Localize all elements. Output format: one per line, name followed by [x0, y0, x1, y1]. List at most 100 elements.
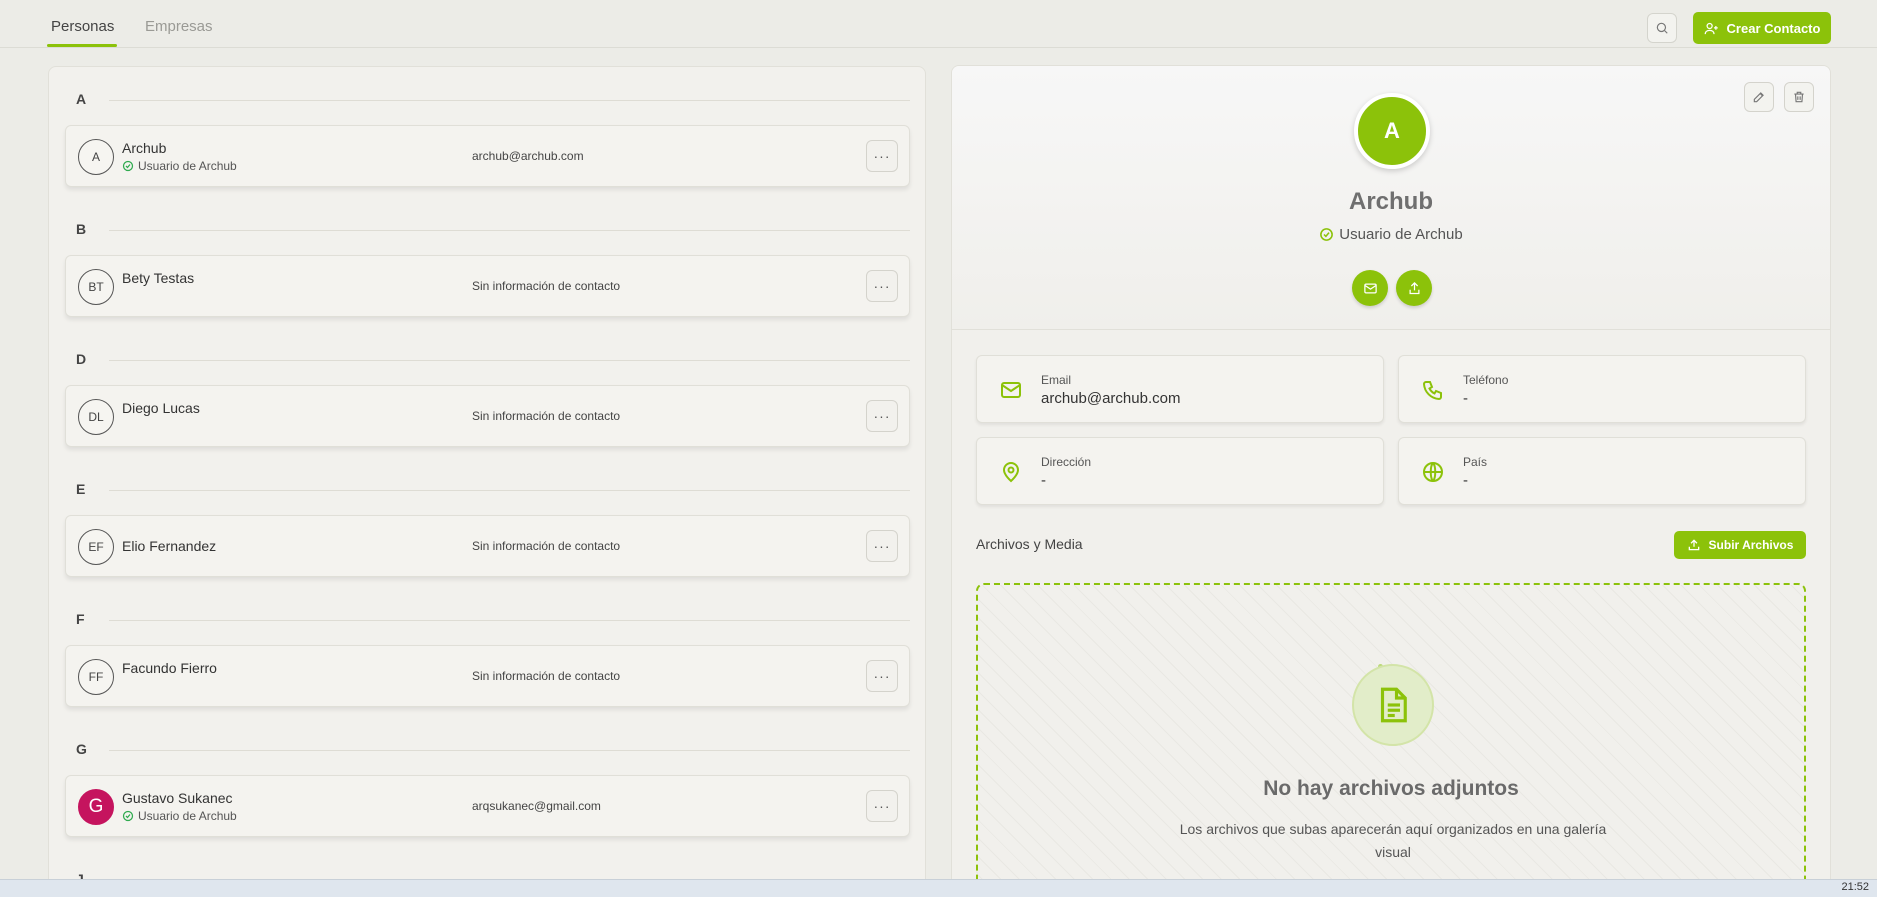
letter-divider-d: D	[76, 351, 910, 369]
contact-info: Sin información de contacto	[472, 539, 621, 553]
address-label: Dirección	[1041, 455, 1092, 469]
user-badge-label: Usuario de Archub	[138, 809, 237, 823]
check-circle-icon	[122, 160, 134, 172]
email-card: Email archub@archub.com	[976, 355, 1384, 423]
letter-heading: E	[76, 481, 86, 497]
trash-icon	[1794, 91, 1804, 103]
divider-line	[109, 100, 910, 101]
files-section-title: Archivos y Media	[976, 536, 1083, 552]
search-icon	[1656, 22, 1668, 34]
letter-divider-e: E	[76, 481, 910, 499]
mail-icon	[1001, 382, 1021, 398]
delete-button[interactable]	[1784, 82, 1814, 112]
upload-icon	[1688, 539, 1699, 551]
contact-detail-panel: A Archub Usuario de Archub Email archub@…	[951, 65, 1831, 897]
more-options-button[interactable]: ···	[866, 660, 898, 692]
ellipsis-icon: ···	[873, 408, 891, 424]
letter-divider-f: F	[76, 611, 910, 629]
more-options-button[interactable]: ···	[866, 270, 898, 302]
contact-row-gustavo-sukanec[interactable]: G Gustavo Sukanec Usuario de Archub arqs…	[65, 775, 910, 837]
country-card: País -	[1398, 437, 1806, 505]
files-dropzone[interactable]: No hay archivos adjuntos Los archivos qu…	[976, 583, 1806, 896]
user-badge: Usuario de Archub	[122, 809, 237, 823]
country-label: País	[1463, 455, 1488, 469]
taskbar-clock: 21:52	[1841, 881, 1869, 893]
address-value: -	[1041, 472, 1046, 489]
letter-heading: F	[76, 611, 85, 627]
user-badge: Usuario de Archub	[122, 159, 237, 173]
avatar: FF	[78, 659, 114, 695]
more-options-button[interactable]: ···	[866, 140, 898, 172]
email-value: archub@archub.com	[1041, 390, 1181, 407]
more-options-button[interactable]: ···	[866, 400, 898, 432]
contact-name: Bety Testas	[122, 270, 195, 286]
search-button[interactable]	[1647, 13, 1677, 43]
divider-line	[109, 750, 910, 751]
share-button[interactable]	[1396, 270, 1432, 306]
mail-icon	[1363, 283, 1377, 293]
letter-heading: G	[76, 741, 87, 757]
contact-info: Sin información de contacto	[472, 409, 621, 423]
ellipsis-icon: ···	[873, 148, 891, 164]
more-options-button[interactable]: ···	[866, 790, 898, 822]
avatar: A	[1354, 93, 1430, 169]
os-taskbar: 21:52	[0, 879, 1877, 897]
empty-state-title: No hay archivos adjuntos	[1263, 777, 1519, 800]
letter-divider-b: B	[76, 221, 910, 239]
tab-empresas[interactable]: Empresas	[145, 18, 213, 35]
phone-card: Teléfono -	[1398, 355, 1806, 423]
globe-icon	[1423, 462, 1443, 482]
contact-name: Elio Fernandez	[122, 538, 217, 554]
ellipsis-icon: ···	[873, 668, 891, 684]
avatar: G	[78, 789, 114, 825]
contact-row-bety-testas[interactable]: BT Bety Testas Sin información de contac…	[65, 255, 910, 317]
share-icon	[1409, 281, 1419, 294]
avatar: EF	[78, 529, 114, 565]
edit-button[interactable]	[1744, 82, 1774, 112]
upload-files-label: Subir Archivos	[1708, 538, 1794, 552]
user-badge-label: Usuario de Archub	[1339, 226, 1463, 243]
contact-row-elio-fernandez[interactable]: EF Elio Fernandez Sin información de con…	[65, 515, 910, 577]
check-circle-icon	[1320, 228, 1334, 241]
active-tab-indicator	[47, 44, 117, 47]
create-contact-label: Crear Contacto	[1726, 20, 1821, 36]
phone-icon	[1422, 381, 1442, 401]
top-bar: Personas Empresas Crear Contacto	[0, 0, 1877, 48]
contact-row-archub[interactable]: A Archub Usuario de Archub archub@archub…	[65, 125, 910, 187]
letter-divider-g: G	[76, 741, 910, 759]
detail-header: A Archub Usuario de Archub	[952, 66, 1830, 330]
contact-row-facundo-fierro[interactable]: FF Facundo Fierro Sin información de con…	[65, 645, 910, 707]
letter-heading: B	[76, 221, 87, 237]
avatar: A	[78, 139, 114, 175]
contacts-list-panel: A A Archub Usuario de Archub archub@arch…	[48, 66, 926, 897]
document-icon-badge	[1352, 664, 1434, 746]
empty-state-description: Los archivos que subas aparecerán aquí o…	[1179, 821, 1607, 860]
edit-icon	[1753, 92, 1764, 103]
contact-name: Facundo Fierro	[122, 660, 217, 676]
ellipsis-icon: ···	[873, 278, 891, 294]
file-text-icon	[1380, 687, 1407, 723]
contact-row-diego-lucas[interactable]: DL Diego Lucas Sin información de contac…	[65, 385, 910, 447]
check-circle-icon	[122, 810, 134, 822]
ellipsis-icon: ···	[873, 798, 891, 814]
contact-name: Gustavo Sukanec	[122, 790, 233, 806]
letter-heading: A	[76, 91, 87, 107]
create-contact-button[interactable]: Crear Contacto	[1693, 12, 1831, 44]
divider-line	[109, 230, 910, 231]
ellipsis-icon: ···	[873, 538, 891, 554]
divider-line	[109, 490, 910, 491]
user-badge-label: Usuario de Archub	[138, 159, 237, 173]
user-plus-icon	[1704, 22, 1718, 34]
map-pin-icon	[1002, 462, 1020, 483]
email-label: Email	[1041, 373, 1072, 387]
phone-label: Teléfono	[1463, 373, 1509, 387]
phone-value: -	[1463, 390, 1468, 407]
upload-files-button[interactable]: Subir Archivos	[1674, 531, 1806, 559]
contact-info: archub@archub.com	[472, 149, 584, 163]
more-options-button[interactable]: ···	[866, 530, 898, 562]
avatar: DL	[78, 399, 114, 435]
tab-personas[interactable]: Personas	[51, 18, 114, 35]
contact-info: Sin información de contacto	[472, 669, 621, 683]
send-email-button[interactable]	[1352, 270, 1388, 306]
letter-heading: D	[76, 351, 87, 367]
